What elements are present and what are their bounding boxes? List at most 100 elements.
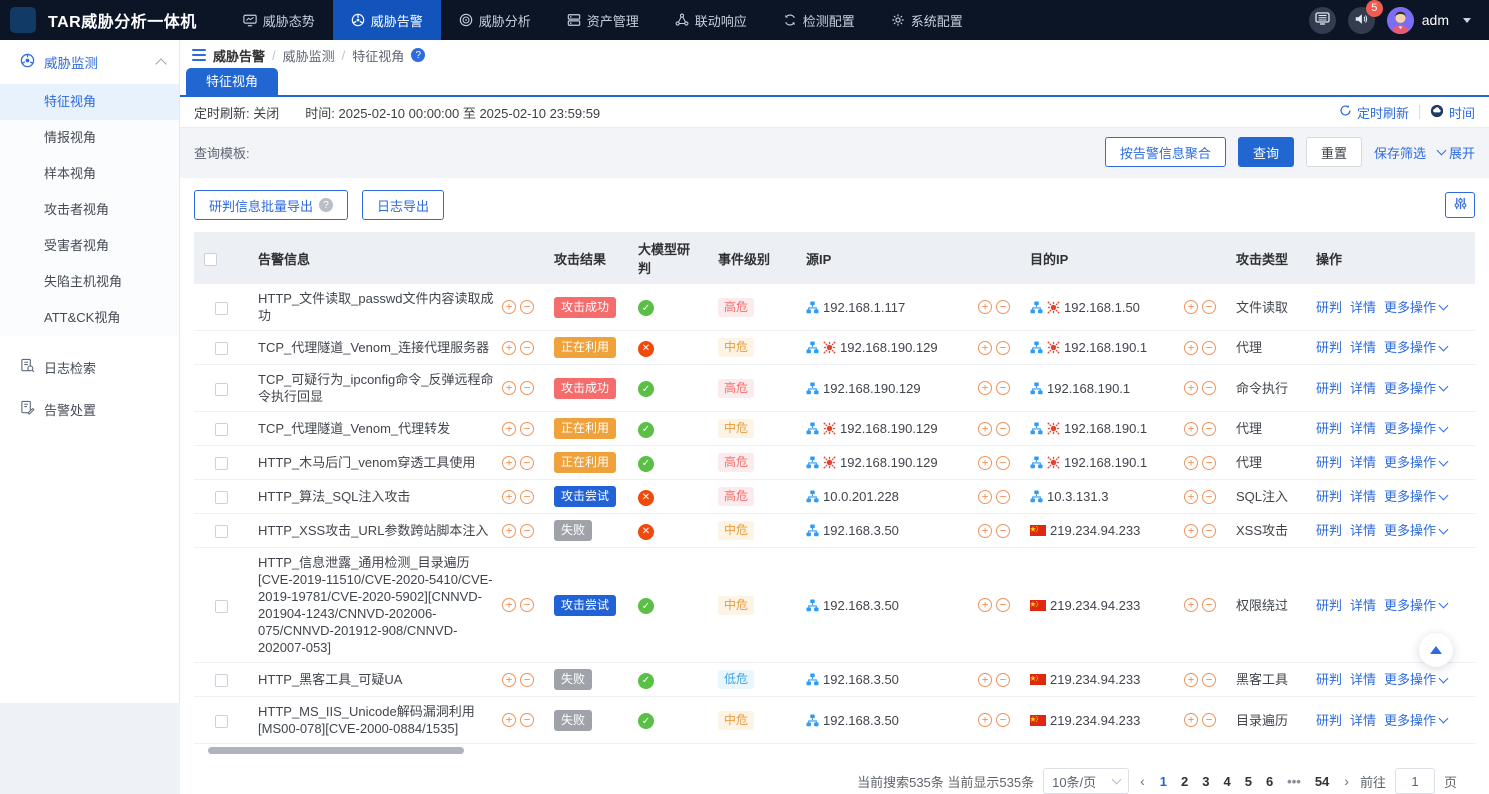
src-ip-value[interactable]: 192.168.190.129	[823, 380, 974, 397]
row-checkbox[interactable]	[215, 674, 228, 687]
nav-item-资产管理[interactable]: 资产管理	[549, 0, 657, 40]
expand-filter-plus-icon[interactable]: +	[502, 422, 516, 436]
exclude-filter-minus-icon[interactable]: −	[996, 490, 1010, 504]
src-ip-value[interactable]: 192.168.3.50	[823, 522, 974, 539]
nav-item-系统配置[interactable]: 系统配置	[873, 0, 981, 40]
expand-filter-plus-icon[interactable]: +	[502, 598, 516, 612]
exclude-filter-minus-icon[interactable]: −	[520, 673, 534, 687]
help-icon[interactable]: ?	[319, 198, 333, 212]
exclude-filter-minus-icon[interactable]: −	[996, 673, 1010, 687]
exclude-filter-minus-icon[interactable]: −	[996, 381, 1010, 395]
sidebar-item-特征视角[interactable]: 特征视角	[0, 84, 179, 120]
alert-title[interactable]: HTTP_黑客工具_可疑UA	[258, 671, 498, 688]
detail-link[interactable]: 详情	[1350, 299, 1376, 316]
aggregate-by-alert-button[interactable]: 按告警信息聚合	[1105, 137, 1226, 167]
exclude-filter-minus-icon[interactable]: −	[996, 456, 1010, 470]
src-ip-value[interactable]: 10.0.201.228	[823, 488, 974, 505]
exclude-filter-minus-icon[interactable]: −	[996, 422, 1010, 436]
exclude-filter-minus-icon[interactable]: −	[1202, 713, 1216, 727]
alert-title[interactable]: TCP_可疑行为_ipconfig命令_反弹远程命令执行回显	[258, 371, 498, 405]
exclude-filter-minus-icon[interactable]: −	[996, 524, 1010, 538]
src-ip-value[interactable]: 192.168.3.50	[823, 671, 974, 688]
judge-link[interactable]: 研判	[1316, 339, 1342, 356]
expand-filter-plus-icon[interactable]: +	[978, 300, 992, 314]
row-checkbox[interactable]	[215, 457, 228, 470]
src-ip-value[interactable]: 192.168.190.129	[840, 339, 974, 356]
expand-link[interactable]: 展开	[1438, 143, 1475, 162]
expand-filter-plus-icon[interactable]: +	[1184, 341, 1198, 355]
expand-filter-plus-icon[interactable]: +	[1184, 300, 1198, 314]
alert-title[interactable]: HTTP_XSS攻击_URL参数跨站脚本注入	[258, 522, 498, 539]
breadcrumb-mid[interactable]: 威胁监测	[283, 46, 335, 65]
more-actions-link[interactable]: 更多操作	[1384, 339, 1447, 356]
tab-feature-view[interactable]: 特征视角	[186, 68, 278, 95]
more-actions-link[interactable]: 更多操作	[1384, 671, 1447, 688]
sidebar-item-告警处置[interactable]: 告警处置	[0, 388, 179, 430]
judge-link[interactable]: 研判	[1316, 671, 1342, 688]
nav-item-威胁分析[interactable]: 威胁分析	[441, 0, 549, 40]
select-all-checkbox[interactable]	[204, 253, 217, 266]
menu-toggle-icon[interactable]	[192, 49, 206, 61]
timed-refresh-link[interactable]: 定时刷新	[1339, 103, 1409, 122]
exclude-filter-minus-icon[interactable]: −	[996, 300, 1010, 314]
judge-link[interactable]: 研判	[1316, 380, 1342, 397]
alert-title[interactable]: HTTP_木马后门_venom穿透工具使用	[258, 454, 498, 471]
sidebar-item-攻击者视角[interactable]: 攻击者视角	[0, 192, 179, 228]
exclude-filter-minus-icon[interactable]: −	[1202, 381, 1216, 395]
expand-filter-plus-icon[interactable]: +	[978, 341, 992, 355]
expand-filter-plus-icon[interactable]: +	[978, 490, 992, 504]
page-number-5[interactable]: 5	[1241, 774, 1256, 789]
exclude-filter-minus-icon[interactable]: −	[1202, 341, 1216, 355]
row-checkbox[interactable]	[215, 491, 228, 504]
row-checkbox[interactable]	[215, 525, 228, 538]
user-menu-caret-icon[interactable]	[1463, 18, 1471, 23]
more-actions-link[interactable]: 更多操作	[1384, 712, 1447, 729]
dst-ip-value[interactable]: 219.234.94.233	[1050, 597, 1180, 614]
save-filter-link[interactable]: 保存筛选	[1374, 143, 1426, 162]
notification-speaker-button[interactable]: 5	[1348, 7, 1375, 34]
sidebar-item-情报视角[interactable]: 情报视角	[0, 120, 179, 156]
detail-link[interactable]: 详情	[1350, 712, 1376, 729]
exclude-filter-minus-icon[interactable]: −	[1202, 673, 1216, 687]
src-ip-value[interactable]: 192.168.190.129	[840, 420, 974, 437]
exclude-filter-minus-icon[interactable]: −	[1202, 300, 1216, 314]
alert-title[interactable]: HTTP_文件读取_passwd文件内容读取成功	[258, 290, 498, 324]
exclude-filter-minus-icon[interactable]: −	[1202, 598, 1216, 612]
collapse-chevron-icon[interactable]	[155, 58, 166, 69]
src-ip-value[interactable]: 192.168.3.50	[823, 597, 974, 614]
dst-ip-value[interactable]: 192.168.190.1	[1064, 420, 1180, 437]
row-checkbox[interactable]	[215, 342, 228, 355]
detail-link[interactable]: 详情	[1350, 380, 1376, 397]
page-number-54[interactable]: 54	[1311, 774, 1333, 789]
exclude-filter-minus-icon[interactable]: −	[520, 713, 534, 727]
judge-link[interactable]: 研判	[1316, 597, 1342, 614]
exclude-filter-minus-icon[interactable]: −	[996, 598, 1010, 612]
export-logs-button[interactable]: 日志导出	[362, 190, 444, 220]
dst-ip-value[interactable]: 192.168.190.1	[1064, 339, 1180, 356]
expand-filter-plus-icon[interactable]: +	[502, 300, 516, 314]
src-ip-value[interactable]: 192.168.3.50	[823, 712, 974, 729]
next-page-button[interactable]: ›	[1342, 773, 1351, 789]
expand-filter-plus-icon[interactable]: +	[502, 381, 516, 395]
nav-item-联动响应[interactable]: 联动响应	[657, 0, 765, 40]
expand-filter-plus-icon[interactable]: +	[502, 713, 516, 727]
sidebar-group-threat-monitor[interactable]: 威胁监测	[0, 40, 179, 84]
judge-link[interactable]: 研判	[1316, 454, 1342, 471]
src-ip-value[interactable]: 192.168.190.129	[840, 454, 974, 471]
detail-link[interactable]: 详情	[1350, 522, 1376, 539]
exclude-filter-minus-icon[interactable]: −	[520, 381, 534, 395]
detail-link[interactable]: 详情	[1350, 671, 1376, 688]
alert-title[interactable]: TCP_代理隧道_Venom_连接代理服务器	[258, 339, 498, 356]
alert-title[interactable]: HTTP_信息泄露_通用检测_目录遍历[CVE-2019-11510/CVE-2…	[258, 554, 498, 656]
alert-title[interactable]: TCP_代理隧道_Venom_代理转发	[258, 420, 498, 437]
sidebar-item-失陷主机视角[interactable]: 失陷主机视角	[0, 264, 179, 300]
judge-link[interactable]: 研判	[1316, 712, 1342, 729]
expand-filter-plus-icon[interactable]: +	[978, 713, 992, 727]
batch-export-judgment-button[interactable]: 研判信息批量导出 ?	[194, 190, 348, 220]
expand-filter-plus-icon[interactable]: +	[1184, 524, 1198, 538]
page-number-4[interactable]: 4	[1219, 774, 1234, 789]
reset-button[interactable]: 重置	[1306, 137, 1362, 167]
back-to-top-button[interactable]	[1419, 633, 1453, 667]
horizontal-scrollbar-thumb[interactable]	[208, 747, 464, 754]
exclude-filter-minus-icon[interactable]: −	[1202, 456, 1216, 470]
